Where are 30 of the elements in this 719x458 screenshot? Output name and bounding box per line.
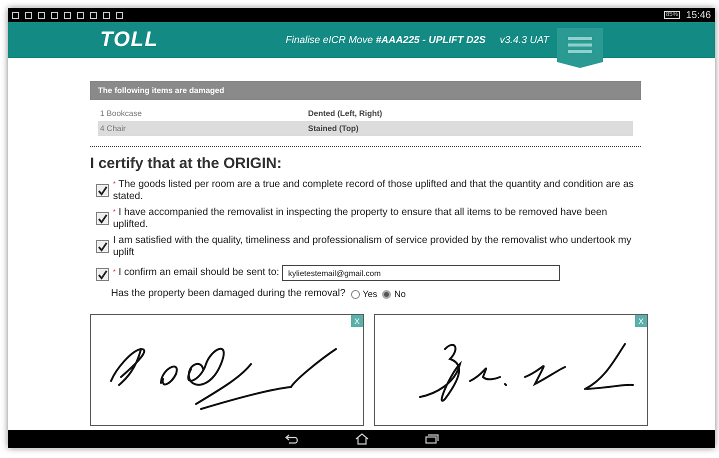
checkbox-label: I am satisfied with the quality, timeliness and professionalism of service provided by the removalist who undertook my uplift (113, 235, 632, 259)
radio-label: Yes (362, 289, 378, 299)
checkbox[interactable] (96, 184, 109, 197)
version-label: v3.4.3 UAT (500, 34, 549, 46)
signature-pad[interactable]: X (90, 314, 364, 426)
clear-button[interactable]: X (635, 315, 647, 327)
radio-button[interactable] (350, 290, 360, 298)
page-title: Finalise eICR Move #AAA225 - UPLIFT D2S (286, 34, 486, 46)
damage-description: Dented (Left, Right) (308, 109, 382, 118)
damage-description: Stained (Top) (308, 124, 359, 133)
home-icon[interactable] (354, 433, 368, 445)
clock: 15:46 (686, 10, 711, 20)
checkbox[interactable] (96, 240, 109, 253)
menu-icon (568, 37, 592, 53)
panel-header: The following items are damaged (90, 81, 641, 100)
clear-button[interactable]: X (351, 315, 363, 327)
back-icon[interactable] (284, 434, 298, 444)
radio-label: No (394, 289, 406, 299)
recent-apps-icon[interactable] (424, 434, 438, 444)
checkbox[interactable] (96, 268, 109, 281)
item-name: 1 Bookcase (100, 109, 143, 118)
logo: TOLL (100, 28, 158, 52)
signature-pad[interactable]: X (374, 314, 648, 426)
email-field[interactable]: kylietestemail@gmail.com (282, 265, 560, 281)
question-label: Has the property been damaged during the removal? (111, 288, 346, 300)
section-heading: I certify that at the ORIGIN: (90, 155, 283, 172)
menu-button[interactable] (557, 28, 603, 68)
checkbox[interactable] (96, 212, 109, 225)
item-name: 4 Chair (100, 124, 127, 133)
radio-button[interactable] (382, 290, 392, 298)
